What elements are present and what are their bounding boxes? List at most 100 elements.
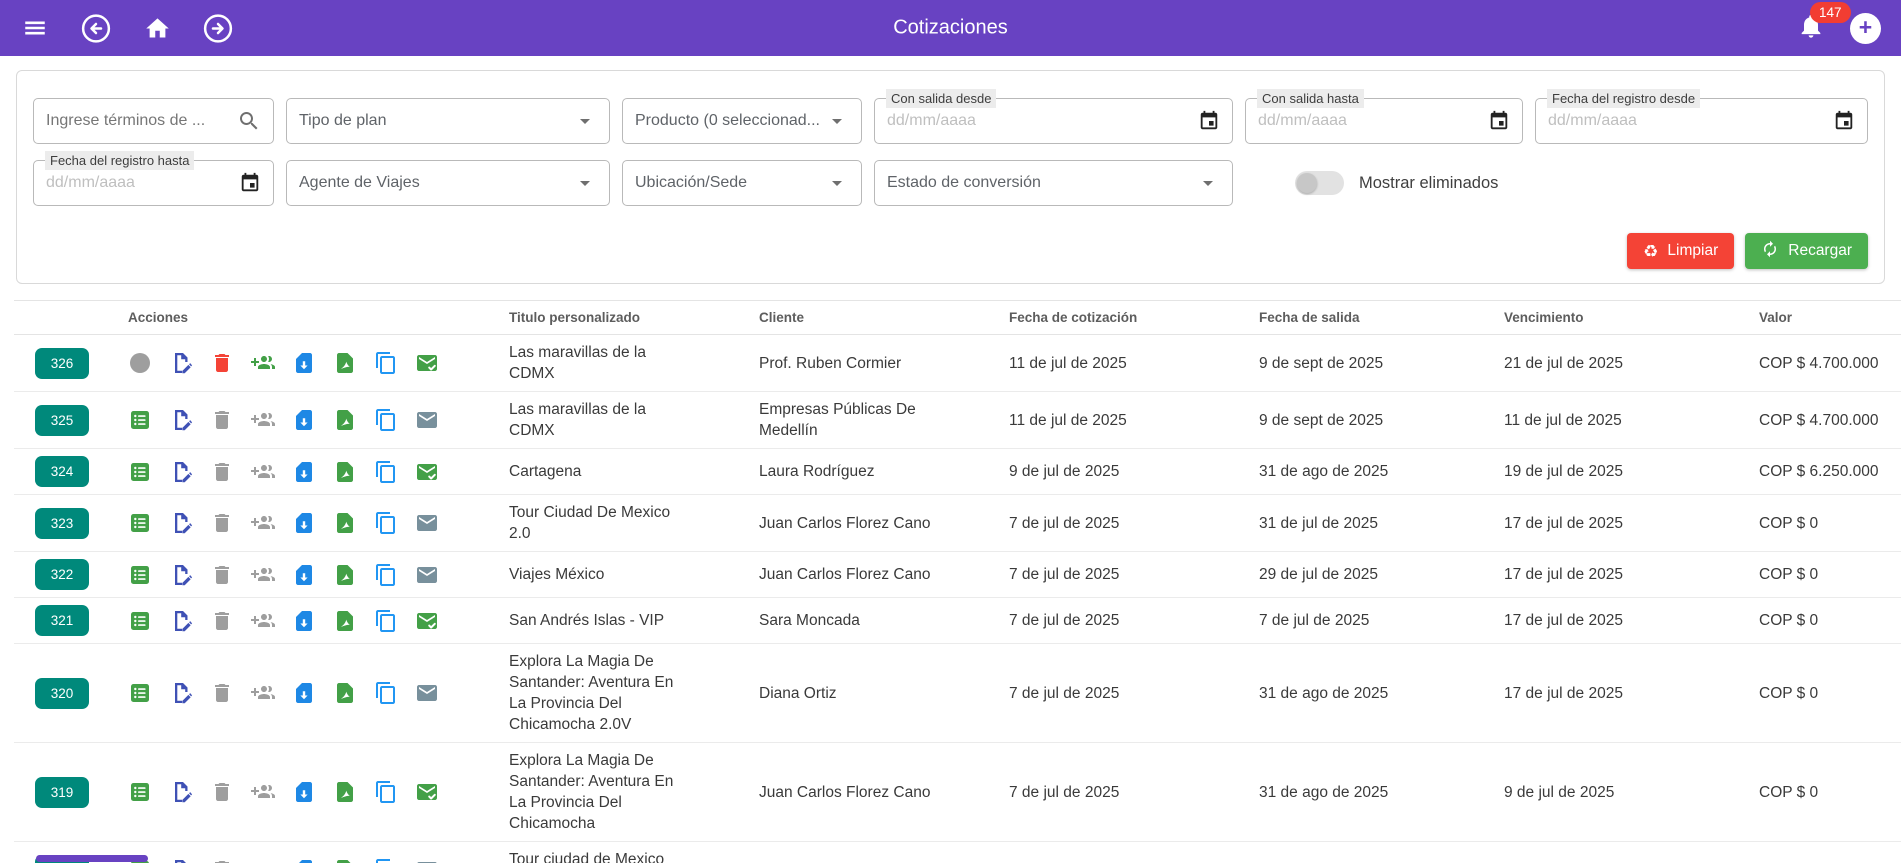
download-document-icon[interactable] xyxy=(292,351,316,375)
pdf-icon[interactable] xyxy=(333,460,357,484)
mail-plain-icon[interactable] xyxy=(415,511,439,535)
edit-document-icon[interactable] xyxy=(169,460,193,484)
search-field[interactable] xyxy=(33,98,274,144)
list-status-icon[interactable] xyxy=(128,609,152,633)
list-status-icon[interactable] xyxy=(128,681,152,705)
delete-icon[interactable] xyxy=(210,563,234,587)
departure-to-input[interactable] xyxy=(1258,112,1488,130)
edit-document-icon[interactable] xyxy=(169,563,193,587)
add-people-icon[interactable] xyxy=(251,460,275,484)
add-people-icon[interactable] xyxy=(251,780,275,804)
mail-plain-icon[interactable] xyxy=(415,408,439,432)
list-status-icon[interactable] xyxy=(128,408,152,432)
reload-button[interactable]: Recargar xyxy=(1745,233,1868,269)
copy-icon[interactable] xyxy=(374,511,398,535)
register-to-input[interactable] xyxy=(46,174,239,192)
download-document-icon[interactable] xyxy=(292,460,316,484)
delete-icon[interactable] xyxy=(210,460,234,484)
copy-icon[interactable] xyxy=(374,563,398,587)
mail-plain-icon[interactable] xyxy=(415,563,439,587)
pdf-icon[interactable] xyxy=(333,780,357,804)
edit-document-icon[interactable] xyxy=(169,780,193,804)
download-document-icon[interactable] xyxy=(292,681,316,705)
pdf-icon[interactable] xyxy=(333,563,357,587)
add-people-icon[interactable] xyxy=(251,351,275,375)
back-icon[interactable] xyxy=(81,13,111,43)
forward-icon[interactable] xyxy=(203,13,233,43)
register-from-input[interactable] xyxy=(1548,112,1833,130)
calendar-icon[interactable] xyxy=(1833,110,1855,132)
pdf-icon[interactable] xyxy=(333,858,357,863)
edit-document-icon[interactable] xyxy=(169,609,193,633)
list-status-icon[interactable] xyxy=(128,780,152,804)
copy-icon[interactable] xyxy=(374,408,398,432)
delete-icon[interactable] xyxy=(210,351,234,375)
mail-check-icon[interactable] xyxy=(415,460,439,484)
pdf-icon[interactable] xyxy=(333,609,357,633)
add-people-icon[interactable] xyxy=(251,408,275,432)
list-status-icon[interactable] xyxy=(128,563,152,587)
edit-document-icon[interactable] xyxy=(169,511,193,535)
home-icon[interactable] xyxy=(142,13,172,43)
delete-icon[interactable] xyxy=(210,408,234,432)
download-document-icon[interactable] xyxy=(292,780,316,804)
add-people-icon[interactable] xyxy=(251,858,275,863)
plan-type-select[interactable]: Tipo de plan xyxy=(286,98,610,144)
download-document-icon[interactable] xyxy=(292,511,316,535)
download-document-icon[interactable] xyxy=(292,408,316,432)
departure-from-input[interactable] xyxy=(887,112,1198,130)
mail-check-icon[interactable] xyxy=(415,780,439,804)
download-document-icon[interactable] xyxy=(292,858,316,863)
pdf-icon[interactable] xyxy=(333,511,357,535)
copy-icon[interactable] xyxy=(374,609,398,633)
calendar-icon[interactable] xyxy=(1488,110,1510,132)
search-input[interactable] xyxy=(46,112,237,130)
mail-plain-icon[interactable] xyxy=(415,681,439,705)
calendar-icon[interactable] xyxy=(239,172,261,194)
mail-plain-icon[interactable] xyxy=(415,858,439,863)
mail-check-icon[interactable] xyxy=(415,609,439,633)
delete-icon[interactable] xyxy=(210,780,234,804)
copy-icon[interactable] xyxy=(374,858,398,863)
mail-check-icon[interactable] xyxy=(415,351,439,375)
add-people-icon[interactable] xyxy=(251,681,275,705)
delete-icon[interactable] xyxy=(210,681,234,705)
add-button[interactable]: + xyxy=(1850,12,1881,44)
show-deleted-toggle[interactable] xyxy=(1295,171,1344,195)
departure-to-field[interactable]: Con salida hasta xyxy=(1245,89,1523,144)
copy-icon[interactable] xyxy=(374,780,398,804)
delete-icon[interactable] xyxy=(210,609,234,633)
circle-status-icon[interactable] xyxy=(128,351,152,375)
product-select[interactable]: Producto (0 seleccionad... xyxy=(622,98,862,144)
add-people-icon[interactable] xyxy=(251,609,275,633)
register-to-field[interactable]: Fecha del registro hasta xyxy=(33,151,274,206)
departure-from-field[interactable]: Con salida desde xyxy=(874,89,1233,144)
pdf-icon[interactable] xyxy=(333,408,357,432)
travel-agent-select[interactable]: Agente de Viajes xyxy=(286,160,610,206)
add-people-icon[interactable] xyxy=(251,563,275,587)
copy-icon[interactable] xyxy=(374,460,398,484)
notifications-button[interactable]: 147 xyxy=(1796,2,1851,43)
download-document-icon[interactable] xyxy=(292,563,316,587)
pdf-icon[interactable] xyxy=(333,681,357,705)
pdf-icon[interactable] xyxy=(333,351,357,375)
calendar-icon[interactable] xyxy=(1198,110,1220,132)
edit-document-icon[interactable] xyxy=(169,408,193,432)
clear-button[interactable]: ♻ Limpiar xyxy=(1627,233,1735,269)
edit-document-icon[interactable] xyxy=(169,681,193,705)
location-select[interactable]: Ubicación/Sede xyxy=(622,160,862,206)
copy-icon[interactable] xyxy=(374,681,398,705)
horizontal-scrollbar-thumb[interactable] xyxy=(36,855,148,862)
copy-icon[interactable] xyxy=(374,351,398,375)
edit-document-icon[interactable] xyxy=(169,858,193,863)
delete-icon[interactable] xyxy=(210,511,234,535)
download-document-icon[interactable] xyxy=(292,609,316,633)
delete-icon[interactable] xyxy=(210,858,234,863)
list-status-icon[interactable] xyxy=(128,511,152,535)
add-people-icon[interactable] xyxy=(251,511,275,535)
register-from-field[interactable]: Fecha del registro desde xyxy=(1535,89,1868,144)
menu-icon[interactable] xyxy=(20,13,50,43)
conversion-status-select[interactable]: Estado de conversión xyxy=(874,160,1233,206)
list-status-icon[interactable] xyxy=(128,460,152,484)
edit-document-icon[interactable] xyxy=(169,351,193,375)
